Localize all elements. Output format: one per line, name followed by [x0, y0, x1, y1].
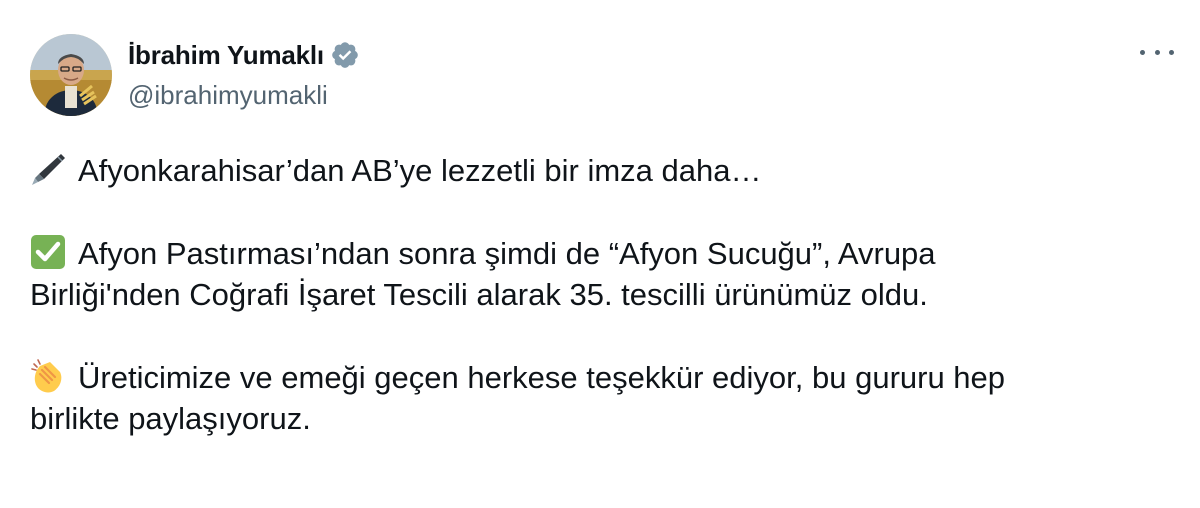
tweet-line-3a: Üreticimize ve emeği geçen herkese teşek… [78, 360, 1006, 395]
avatar-photo [30, 34, 112, 116]
more-dot-icon [1154, 49, 1160, 55]
tweet-line-2a: Afyon Pastırması’ndan sonra şimdi de “Af… [78, 236, 936, 271]
fountain-pen-icon [30, 151, 66, 187]
tweet-paragraph-2: Afyon Pastırması’ndan sonra şimdi de “Af… [30, 233, 1180, 315]
tweet-line-2b: Birliği'nden Coğrafi İşaret Tescili alar… [30, 277, 928, 312]
author-handle[interactable]: @ibrahimyumakli [128, 80, 328, 111]
author-name-row[interactable]: İbrahim Yumaklı [128, 38, 360, 72]
tweet-text: Afyonkarahisar’dan AB’ye lezzetli bir im… [30, 150, 1180, 439]
verified-badge-icon [330, 40, 360, 70]
more-dot-icon [1140, 49, 1145, 55]
clapping-hands-icon [30, 358, 66, 394]
tweet-card: İbrahim Yumaklı @ibrahimyumakli Afyonkar… [0, 0, 1200, 508]
author-display-name[interactable]: İbrahim Yumaklı [128, 40, 324, 71]
tweet-paragraph-3: Üreticimize ve emeği geçen herkese teşek… [30, 357, 1180, 439]
more-dot-icon [1169, 49, 1174, 55]
tweet-line-1: Afyonkarahisar’dan AB’ye lezzetli bir im… [78, 153, 762, 188]
more-options-button[interactable] [1140, 40, 1174, 64]
avatar[interactable] [30, 34, 112, 116]
check-mark-button-icon [30, 234, 66, 270]
tweet-line-3b: birlikte paylaşıyoruz. [30, 401, 311, 436]
tweet-paragraph-1: Afyonkarahisar’dan AB’ye lezzetli bir im… [30, 150, 1180, 191]
